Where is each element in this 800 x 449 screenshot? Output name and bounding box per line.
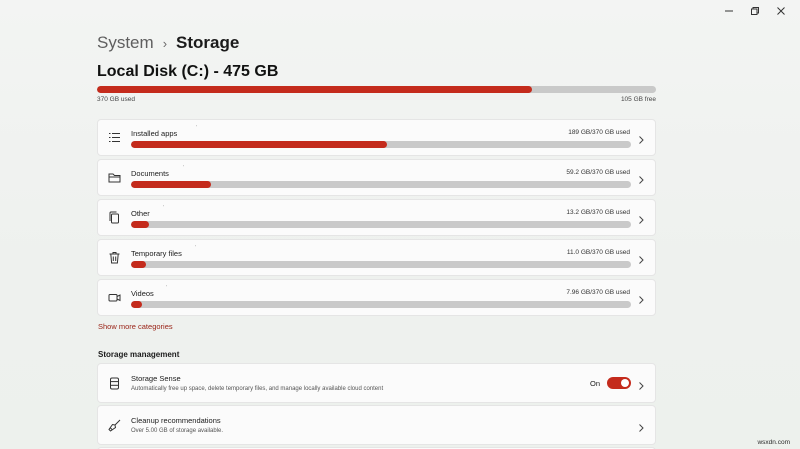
window-controls [716,4,794,20]
category-bar-fill [131,141,387,148]
cursor-mark: ˙ [166,286,168,292]
chevron-right-icon [637,212,645,224]
watermark: wsxdn.com [757,439,790,446]
category-label: Other [131,209,150,218]
category-size: 11.0 GB/370 GB used [566,249,630,256]
cursor-mark: ˙ [183,166,185,172]
category-size: 13.2 GB/370 GB used [566,209,630,216]
category-bar-fill [131,261,146,268]
category-bar-fill [131,221,149,228]
show-more-categories-link[interactable]: Show more categories [98,322,173,331]
disk-usage-fill [97,86,533,93]
category-bar [131,221,631,228]
category-documents[interactable]: Documents ˙ 59.2 GB/370 GB used [97,159,656,196]
chevron-right-icon [637,132,645,144]
category-bar [131,181,631,188]
cursor-mark: ˙ [163,206,165,212]
video-icon [108,291,121,304]
disk-used-label: 370 GB used [97,96,135,103]
storage-management-list: Storage Sense Automatically free up spac… [97,363,656,449]
breadcrumb: System › Storage [97,33,239,53]
toggle-knob [621,379,629,387]
trash-icon [108,251,121,264]
apps-list-icon [108,131,121,144]
chevron-right-icon [637,252,645,264]
category-installed-apps[interactable]: Installed apps ˙ 189 GB/370 GB used [97,119,656,156]
maximize-button[interactable] [742,4,768,20]
category-label: Installed apps [131,129,178,138]
category-temporary-files[interactable]: Temporary files ˙ 11.0 GB/370 GB used [97,239,656,276]
breadcrumb-system[interactable]: System [97,33,154,53]
minimize-icon [725,7,733,17]
broom-icon [108,419,121,432]
folder-icon [108,171,121,184]
category-label: Documents [131,169,169,178]
cursor-mark: ˙ [196,126,198,132]
category-size: 59.2 GB/370 GB used [566,169,630,176]
close-button[interactable] [768,4,794,20]
cleanup-recommendations-title: Cleanup recommendations [131,416,221,425]
cleanup-recommendations-card[interactable]: Cleanup recommendations Over 5.00 GB of … [97,405,656,445]
storage-sense-title: Storage Sense [131,374,181,383]
disk-free-label: 105 GB free [620,96,656,103]
category-videos[interactable]: Videos ˙ 7.96 GB/370 GB used [97,279,656,316]
minimize-button[interactable] [716,4,742,20]
category-bar [131,301,631,308]
chevron-right-icon [637,292,645,304]
storage-management-heading: Storage management [98,350,180,359]
copy-icon [108,211,121,224]
chevron-right-icon [637,378,645,390]
category-bar-fill [131,181,211,188]
chevron-right-icon [637,172,645,184]
page-title: Storage [176,33,240,52]
storage-drive-icon [108,377,121,390]
category-label: Temporary files [131,249,182,258]
storage-sense-card[interactable]: Storage Sense Automatically free up spac… [97,363,656,403]
cleanup-recommendations-description: Over 5.00 GB of storage available. [131,428,224,434]
close-icon [777,7,785,17]
cursor-mark: ˙ [195,246,197,252]
disk-usage-bar [97,86,656,93]
category-bar-fill [131,301,142,308]
category-label: Videos [131,289,154,298]
category-size: 7.96 GB/370 GB used [566,289,630,296]
category-size: 189 GB/370 GB used [568,129,630,136]
storage-sense-description: Automatically free up space, delete temp… [131,386,384,392]
category-bar [131,141,631,148]
storage-sense-toggle-label: On [589,379,600,388]
category-bar [131,261,631,268]
disk-title: Local Disk (C:) - 475 GB [97,63,279,80]
storage-sense-toggle[interactable] [607,377,631,389]
category-list: Installed apps ˙ 189 GB/370 GB used Docu… [97,119,656,319]
chevron-right-icon [637,420,645,432]
category-other[interactable]: Other ˙ 13.2 GB/370 GB used [97,199,656,236]
breadcrumb-separator: › [162,35,168,51]
maximize-icon [751,7,759,17]
